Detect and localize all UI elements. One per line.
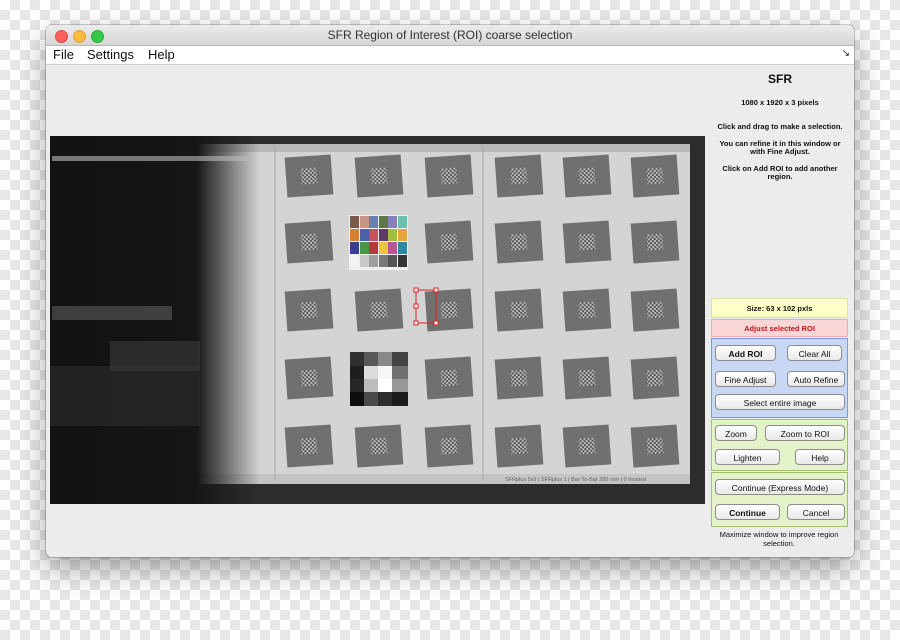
app-window: SFR Region of Interest (ROI) coarse sele… [46,25,854,557]
test-chart-image[interactable]: SFRplus 5x9 | SFRplus 1 | Bar-To-Bar 285… [50,136,705,504]
dock-arrow-icon[interactable]: ↘ [842,48,850,59]
menu-bar: File Settings Help ↘ [46,46,854,65]
grayscale-patch [350,352,408,406]
menu-settings[interactable]: Settings [87,47,134,62]
chart-caption: SFRplus 5x9 | SFRplus 1 | Bar-To-Bar 285… [505,477,647,483]
footer-hint-line-2: selection. [763,539,795,548]
menu-file[interactable]: File [53,47,74,62]
roi-size-label: Size: 63 x 102 pxls [746,304,813,313]
panel-heading: SFR [768,72,792,86]
auto-refine-button[interactable]: Auto Refine [787,371,845,387]
menu-help[interactable]: Help [148,47,175,62]
cancel-button[interactable]: Cancel [787,504,845,520]
instruction-line-5: region. [767,172,793,181]
chart-image-canvas[interactable]: SFRplus 5x9 | SFRplus 1 | Bar-To-Bar 285… [50,136,705,504]
select-entire-image-button[interactable]: Select entire image [715,394,845,410]
zoom-button[interactable]: Zoom [715,425,757,441]
instruction-line-1: Click and drag to make a selection. [717,122,843,131]
footer-hint-line-1: Maximize window to improve region [719,530,839,539]
fine-adjust-button[interactable]: Fine Adjust [715,371,776,387]
lighten-button[interactable]: Lighten [715,449,780,465]
instruction-line-3: with Fine Adjust. [750,147,810,156]
window-title: SFR Region of Interest (ROI) coarse sele… [327,28,573,42]
adjust-box: Adjust selected ROI [711,319,848,337]
continue-controls-panel: Continue (Express Mode) Continue Cancel [711,472,848,527]
title-bar[interactable]: SFR Region of Interest (ROI) coarse sele… [46,25,854,46]
add-roi-button[interactable]: Add ROI [715,345,776,361]
continue-button[interactable]: Continue [715,504,780,520]
size-box: Size: 63 x 102 pxls [711,298,848,318]
help-button[interactable]: Help [795,449,845,465]
color-checker-patch [349,215,408,270]
zoom-to-roi-button[interactable]: Zoom to ROI [765,425,845,441]
continue-express-mode-button[interactable]: Continue (Express Mode) [715,479,845,495]
adjust-roi-label: Adjust selected ROI [744,324,815,333]
image-dimensions: 1080 x 1920 x 3 pixels [741,98,819,107]
view-controls-panel: Zoom Zoom to ROI Lighten Help [711,419,848,471]
roi-controls-panel: Add ROI Clear All Fine Adjust Auto Refin… [711,338,848,418]
clear-all-button[interactable]: Clear All [787,345,842,361]
